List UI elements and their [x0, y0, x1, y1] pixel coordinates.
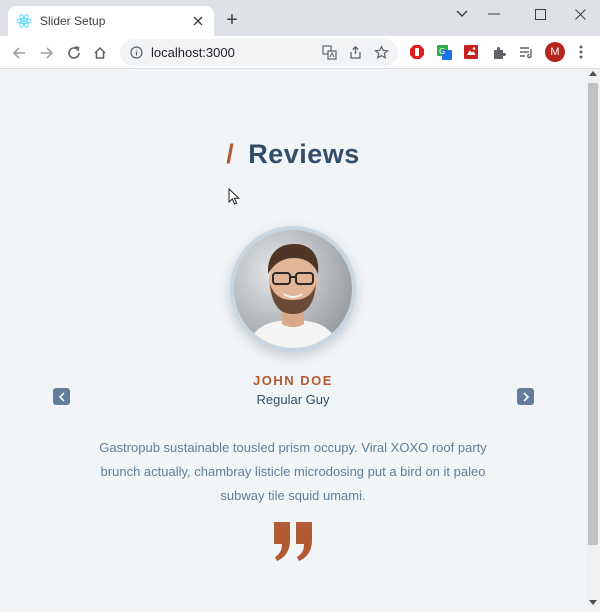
close-window-icon[interactable]	[568, 4, 592, 24]
quote-icon	[272, 520, 314, 562]
scroll-up-icon[interactable]	[586, 71, 600, 81]
section-title: / Reviews	[0, 139, 586, 170]
chevron-left-icon	[58, 391, 65, 402]
browser-menu-icon[interactable]	[572, 43, 590, 61]
reload-icon[interactable]	[63, 42, 85, 64]
title-slash: /	[226, 139, 235, 169]
url-text[interactable]: localhost:3000	[151, 45, 320, 60]
home-icon[interactable]	[89, 42, 111, 64]
mouse-cursor-icon	[228, 187, 241, 210]
share-icon[interactable]	[346, 44, 364, 62]
back-arrow-icon[interactable]	[8, 42, 30, 64]
address-bar[interactable]: localhost:3000	[120, 39, 398, 66]
new-tab-button[interactable]: +	[222, 10, 242, 31]
tab-search-icon[interactable]	[450, 4, 474, 24]
review-text: Gastropub sustainable tousled prism occu…	[99, 440, 487, 503]
profile-avatar[interactable]: M	[545, 42, 565, 62]
browser-toolbar: localhost:3000 G M	[0, 36, 600, 69]
minimize-icon[interactable]	[482, 4, 506, 24]
translate-icon[interactable]	[320, 44, 338, 62]
extensions-puzzle-icon[interactable]	[490, 43, 508, 61]
svg-text:G: G	[439, 47, 445, 56]
maximize-icon[interactable]	[528, 4, 552, 24]
browser-tab-bar: Slider Setup +	[0, 0, 600, 36]
title-text: Reviews	[248, 139, 360, 169]
tab-title: Slider Setup	[40, 14, 106, 28]
adblock-extension-icon[interactable]	[408, 43, 426, 61]
forward-arrow-icon[interactable]	[36, 42, 58, 64]
reading-list-icon[interactable]	[517, 43, 535, 61]
translate-extension-icon[interactable]: G	[435, 43, 453, 61]
screen-capture-extension-icon[interactable]	[462, 43, 480, 61]
close-tab-icon[interactable]	[190, 13, 206, 29]
scrollbar-thumb[interactable]	[588, 83, 598, 545]
person-photo	[230, 226, 356, 352]
vertical-scrollbar[interactable]	[586, 69, 600, 612]
page-viewport: / Reviews JOHN DOE Regular Guy Gastropub…	[0, 69, 586, 612]
next-button[interactable]	[517, 388, 534, 405]
scroll-down-icon[interactable]	[586, 600, 600, 610]
browser-tab[interactable]: Slider Setup	[8, 6, 214, 36]
react-logo-icon	[16, 13, 32, 29]
chevron-right-icon	[522, 391, 529, 402]
person-job: Regular Guy	[256, 392, 330, 407]
prev-button[interactable]	[53, 388, 70, 405]
site-info-icon[interactable]	[129, 46, 143, 60]
person-name: JOHN DOE	[253, 373, 333, 388]
bookmark-star-icon[interactable]	[372, 44, 390, 62]
